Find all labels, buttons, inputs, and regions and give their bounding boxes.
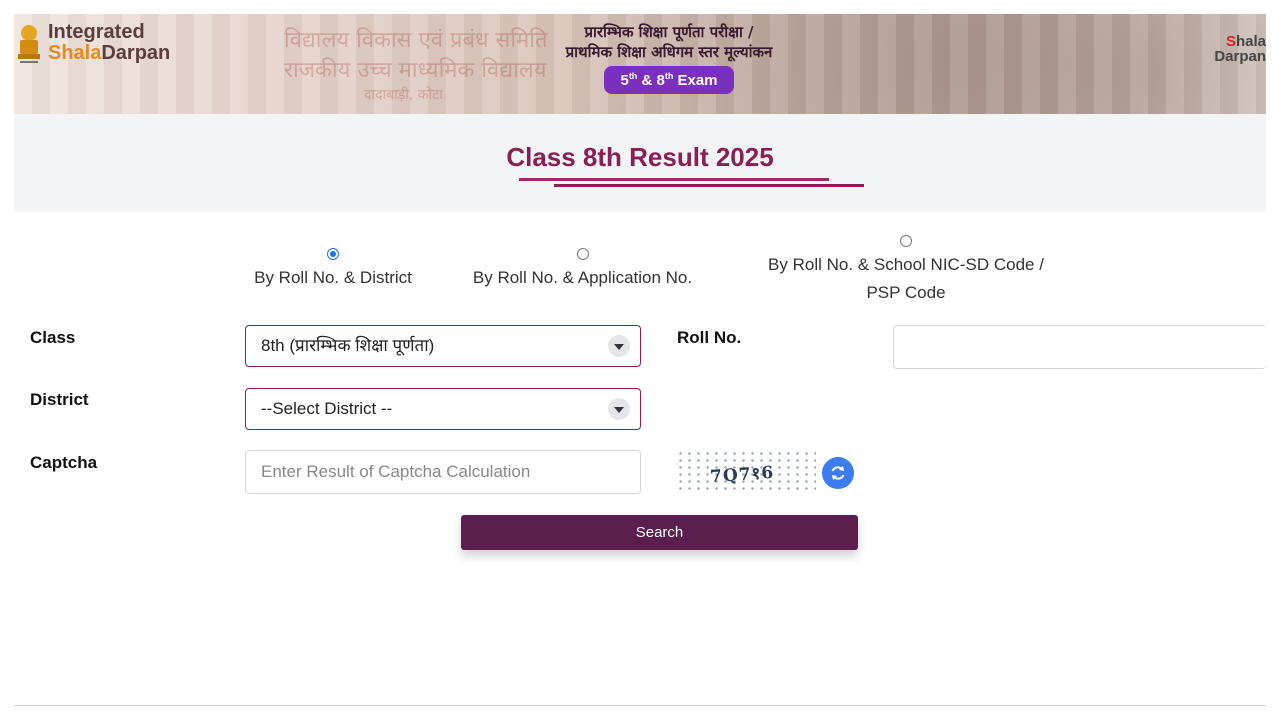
hindi-title-line-2: प्राथमिक शिक्षा अधिगम स्तर मूल्यांकन	[565, 43, 773, 61]
district-select-value: --Select District --	[261, 399, 393, 418]
option-label-line-1: By Roll No. & School NIC-SD Code /	[768, 255, 1044, 274]
district-label: District	[30, 390, 89, 409]
footer-divider	[14, 705, 1266, 706]
option-roll-school-code[interactable]: By Roll No. & School NIC-SD Code / PSP C…	[745, 235, 1067, 303]
district-select[interactable]: --Select District --	[245, 388, 641, 430]
integrated-shaladarpan-logo[interactable]: Integrated ShalaDarpan	[14, 22, 170, 68]
chevron-down-icon	[608, 398, 630, 420]
option-label: By Roll No. & District	[254, 268, 412, 287]
radio-icon[interactable]	[900, 235, 912, 247]
refresh-icon	[831, 466, 845, 480]
class-select-value: 8th (प्रारम्भिक शिक्षा पूर्णता)	[261, 336, 435, 355]
roll-no-input[interactable]	[893, 325, 1266, 369]
option-label: By Roll No. & Application No.	[472, 268, 693, 287]
logo-line-1: Integrated	[48, 21, 145, 43]
class-label: Class	[30, 328, 76, 347]
exam-heading: प्रारम्भिक शिक्षा पूर्णता परीक्षा / प्रा…	[494, 22, 844, 94]
search-button[interactable]: Search	[461, 515, 858, 550]
captcha-image-text: 7Q7१6	[709, 462, 775, 488]
captcha-input[interactable]: Enter Result of Captcha Calculation	[245, 450, 641, 494]
title-band: Class 8th Result 2025	[14, 114, 1266, 212]
page-title: Class 8th Result 2025	[506, 142, 774, 172]
option-roll-district[interactable]: By Roll No. & District	[240, 248, 426, 288]
logo-darpan: Darpan	[101, 42, 171, 64]
title-underline	[519, 178, 829, 181]
exam-pill: 5th & 8th Exam	[604, 66, 734, 94]
logo-right-line-2: Darpan	[1214, 48, 1266, 65]
hindi-title-line-1: प्रारम्भिक शिक्षा पूर्णता परीक्षा /	[584, 23, 754, 41]
emblem-icon	[18, 25, 40, 63]
roll-no-label: Roll No.	[677, 328, 742, 347]
title-underline-2	[554, 184, 864, 187]
radio-icon[interactable]	[576, 248, 589, 260]
logo-shala: Shala	[48, 42, 102, 64]
refresh-captcha-button[interactable]	[822, 457, 854, 489]
radio-selected-icon[interactable]	[327, 248, 339, 260]
chevron-down-icon	[608, 335, 630, 357]
option-roll-application[interactable]: By Roll No. & Application No.	[455, 248, 710, 288]
shaladarpan-logo-right[interactable]: Shala Darpan	[1214, 34, 1266, 64]
captcha-label: Captcha	[30, 453, 98, 472]
captcha-image: 7Q7१6	[676, 450, 816, 494]
option-label-line-2: PSP Code	[866, 283, 946, 302]
header-banner: विद्यालय विकास एवं प्रबंध समिति राजकीय उ…	[14, 14, 1266, 114]
class-select[interactable]: 8th (प्रारम्भिक शिक्षा पूर्णता)	[245, 325, 641, 367]
result-page: विद्यालय विकास एवं प्रबंध समिति राजकीय उ…	[0, 0, 1280, 720]
